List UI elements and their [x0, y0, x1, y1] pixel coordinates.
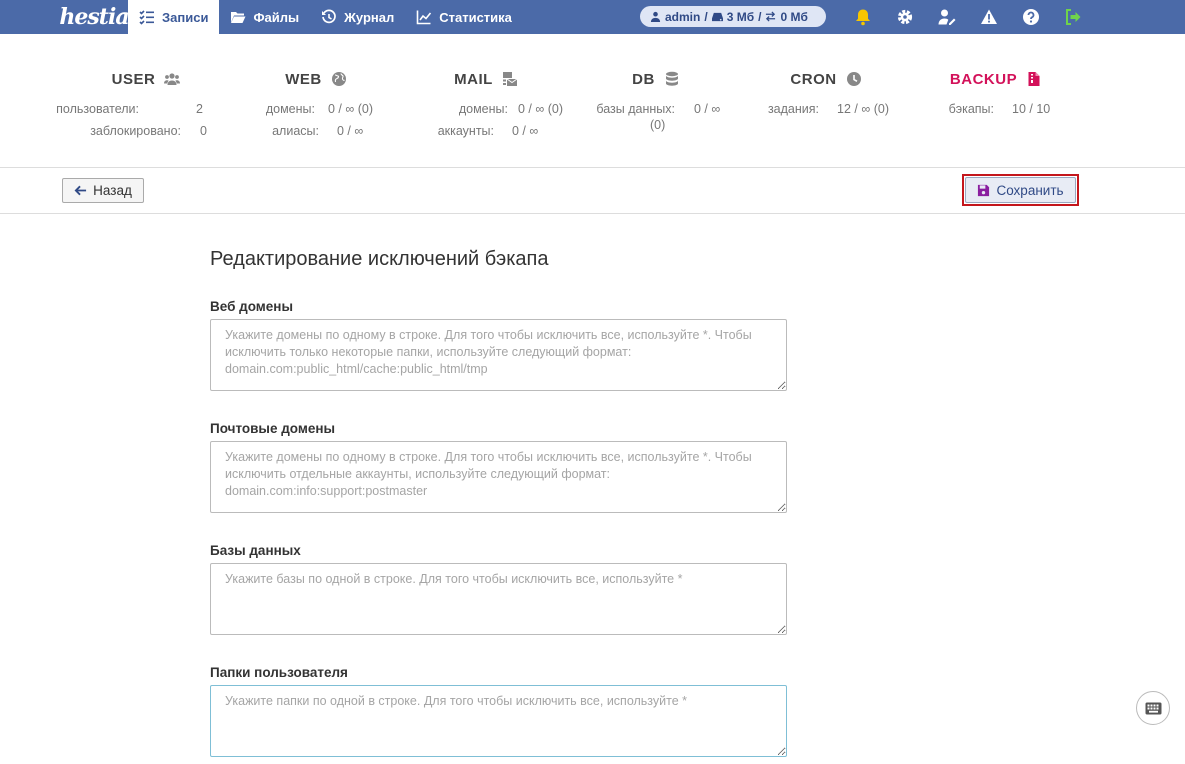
disk-usage: 3 Мб — [726, 9, 755, 24]
field-label-mail-domains: Почтовые домены — [210, 421, 336, 436]
chart-line-icon — [416, 10, 432, 25]
exchange-icon — [766, 11, 776, 22]
stat-value: 0 — [200, 124, 207, 138]
logout-icon — [1066, 9, 1081, 25]
field-label-user-dirs: Папки пользователя — [210, 665, 348, 680]
back-button[interactable]: Назад — [62, 178, 144, 203]
top-navbar: hestia Записи Файлы Журнал Статистика ad… — [0, 0, 1185, 34]
stat-value: 10 / 10 — [1012, 102, 1051, 116]
stat-value: 0 / ∞ — [694, 102, 721, 116]
database-icon — [665, 71, 678, 86]
stat-label: задания: — [767, 102, 819, 116]
stat-title-text: WEB — [285, 70, 322, 88]
nav-item-label: Записи — [162, 9, 209, 25]
stat-title-text: USER — [111, 70, 156, 88]
file-archive-icon — [1028, 72, 1040, 86]
nav-item-label: Статистика — [439, 9, 512, 25]
separator: / — [758, 9, 762, 24]
stat-value: 0 / ∞ (0) — [328, 102, 374, 116]
stat-label: аккаунты: — [437, 124, 494, 138]
back-button-label: Назад — [93, 183, 132, 198]
traffic-usage: 0 Мб — [780, 9, 808, 24]
save-button[interactable]: Сохранить — [965, 177, 1076, 203]
top-icons — [842, 0, 1094, 34]
list-check-icon — [139, 10, 154, 25]
folder-open-icon — [231, 12, 246, 23]
username: admin — [665, 9, 701, 24]
nav-item-stats[interactable]: Статистика — [405, 0, 523, 34]
nav-item-log[interactable]: Журнал — [310, 0, 405, 34]
stat-value: (0) — [650, 118, 666, 132]
user-status-pill[interactable]: admin / 3 Мб / 0 Мб — [640, 6, 826, 27]
stat-label: заблокировано: — [90, 124, 181, 138]
field-label-web-domains: Веб домены — [210, 299, 293, 314]
stat-label: домены: — [458, 102, 508, 116]
stat-value: 2 — [196, 102, 203, 116]
page-title: Редактирование исключений бэкапа — [210, 248, 549, 270]
logout-button[interactable] — [1052, 0, 1094, 34]
keyboard-icon — [1145, 702, 1161, 714]
stat-label: домены: — [265, 102, 315, 116]
nav-item-label: Журнал — [344, 9, 395, 25]
nav-item-label: Файлы — [253, 9, 300, 25]
hdd-icon — [711, 12, 723, 22]
arrow-left-icon — [74, 185, 87, 196]
main-nav: Записи Файлы Журнал Статистика — [128, 0, 523, 34]
nav-item-records[interactable]: Записи — [128, 0, 220, 34]
floppy-disk-icon — [978, 184, 990, 196]
edit-user-button[interactable] — [926, 0, 968, 34]
stats-panel: USER пользователи: 2 заблокировано: 0 WE… — [0, 34, 1185, 168]
toolbar: Назад Сохранить — [0, 168, 1185, 214]
bell-icon — [856, 9, 870, 26]
question-circle-icon — [1023, 9, 1039, 25]
save-button-label: Сохранить — [996, 182, 1064, 198]
user-icon — [650, 11, 661, 22]
stat-title-text: BACKUP — [949, 70, 1018, 88]
stat-title-text: MAIL — [454, 70, 493, 88]
history-icon — [322, 9, 336, 24]
keyboard-shortcuts-button[interactable] — [1136, 691, 1170, 725]
field-label-databases: Базы данных — [210, 543, 301, 558]
users-icon — [164, 73, 181, 85]
notifications-button[interactable] — [842, 0, 884, 34]
hestia-logo[interactable]: hestia — [59, 0, 129, 34]
databases-textarea[interactable] — [210, 563, 787, 635]
mail-bulk-icon — [502, 72, 518, 86]
stat-value: 0 / ∞ (0) — [518, 102, 564, 116]
warning-button[interactable] — [968, 0, 1010, 34]
stat-label: пользователи: — [56, 102, 139, 116]
stat-value: 12 / ∞ (0) — [837, 102, 889, 116]
stat-title-text: DB — [632, 70, 655, 88]
help-button[interactable] — [1010, 0, 1052, 34]
warning-icon — [981, 9, 997, 24]
mail-domains-textarea[interactable] — [210, 441, 787, 513]
globe-icon — [331, 72, 346, 86]
stat-title: BACKUP — [911, 68, 1081, 90]
nav-item-files[interactable]: Файлы — [219, 0, 310, 34]
stat-label: алиасы: — [272, 124, 319, 138]
clock-icon — [846, 72, 861, 86]
stat-title: MAIL — [401, 68, 571, 90]
stat-title: DB — [571, 68, 741, 90]
stat-title: WEB — [231, 68, 401, 90]
user-dirs-textarea[interactable] — [210, 685, 787, 757]
stat-title: CRON — [741, 68, 911, 90]
stat-value: 0 / ∞ — [337, 124, 364, 138]
gear-icon — [897, 9, 913, 25]
stat-label: бэкапы: — [948, 102, 994, 116]
stat-title: USER — [61, 68, 231, 90]
stat-value: 0 / ∞ — [512, 124, 539, 138]
separator: / — [704, 9, 708, 24]
stat-label: базы данных: — [596, 102, 675, 116]
web-domains-textarea[interactable] — [210, 319, 787, 391]
stat-title-text: CRON — [790, 70, 837, 88]
user-pen-icon — [938, 9, 956, 25]
settings-button[interactable] — [884, 0, 926, 34]
